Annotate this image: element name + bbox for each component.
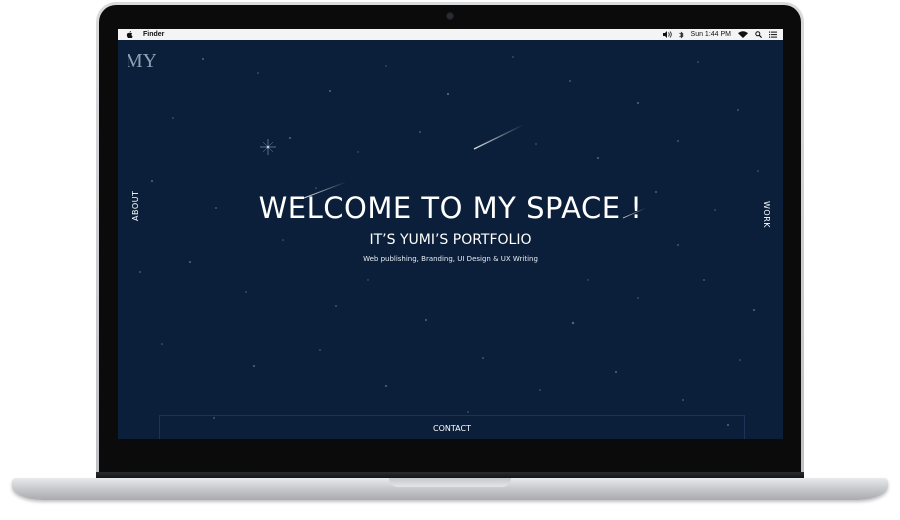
logo-letters: MY — [128, 51, 156, 72]
hero-tagline: Web publishing, Branding, UI Design & UX… — [363, 255, 538, 263]
laptop-opening-notch — [389, 478, 511, 487]
menubar-status-area: Sun 1:44 PM — [662, 31, 783, 39]
apple-icon[interactable] — [126, 31, 133, 38]
menubar-app-name[interactable]: Finder — [143, 31, 164, 38]
contact-button[interactable]: CONTACT — [159, 415, 745, 439]
menubar-clock[interactable]: Sun 1:44 PM — [691, 31, 731, 38]
wifi-icon[interactable] — [738, 31, 748, 38]
laptop-screen: Finder Sun 1:44 PM MY ABOUT WORK WELCOME… — [118, 29, 783, 439]
contact-label: CONTACT — [433, 423, 471, 433]
laptop-mockup: Finder Sun 1:44 PM MY ABOUT WORK WELCOME… — [0, 0, 900, 520]
camera-icon — [447, 13, 453, 19]
list-icon[interactable] — [769, 31, 777, 38]
my-logo[interactable]: MY — [128, 51, 156, 87]
sparkle-star — [260, 139, 276, 155]
mac-menubar: Finder Sun 1:44 PM — [118, 29, 783, 40]
bluetooth-icon[interactable] — [678, 31, 684, 39]
hero-subtitle: IT’S YUMI’S PORTFOLIO — [369, 232, 532, 248]
hero-title: WELCOME TO MY SPACE ! — [258, 191, 643, 225]
volume-icon[interactable] — [662, 31, 672, 38]
search-icon[interactable] — [755, 31, 762, 38]
